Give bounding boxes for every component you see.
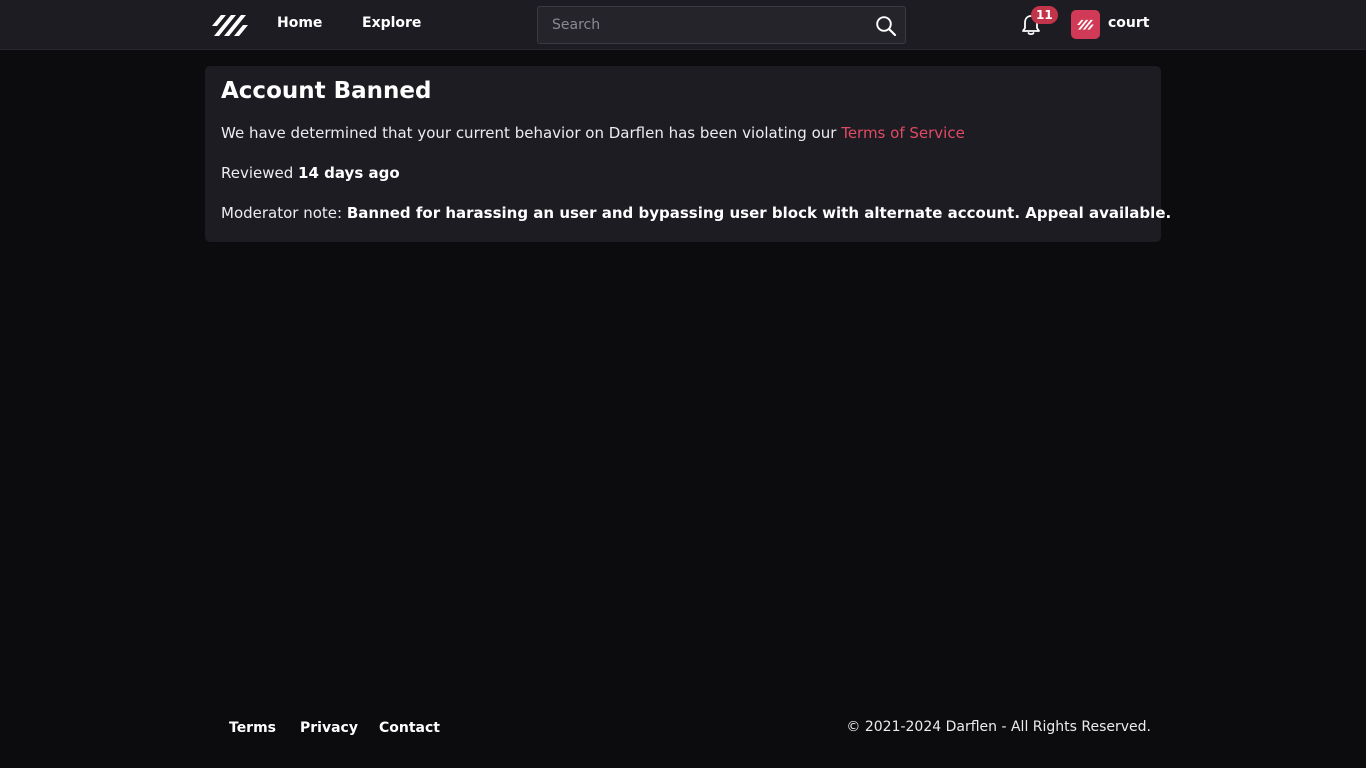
avatar	[1071, 10, 1100, 39]
username-label: court	[1108, 15, 1150, 31]
footer-contact-link[interactable]: Contact	[379, 720, 440, 736]
reviewed-label: Reviewed	[221, 164, 299, 182]
page-title: Account Banned	[221, 78, 432, 104]
moderator-note-label: Moderator note:	[221, 204, 347, 222]
moderator-note-text: Banned for harassing an user and bypassi…	[346, 204, 1172, 222]
footer-privacy-link[interactable]: Privacy	[300, 720, 358, 736]
moderator-note: Moderator note: Banned for harassing an …	[221, 204, 1171, 222]
ban-message: We have determined that your current beh…	[221, 124, 965, 142]
account-banned-card: Account Banned We have determined that y…	[205, 66, 1171, 242]
search-input[interactable]	[538, 7, 868, 43]
nav-explore-link[interactable]: Explore	[362, 15, 421, 31]
review-info: Reviewed 14 days ago	[221, 164, 400, 182]
search-bar	[537, 6, 906, 44]
nav-home-link[interactable]: Home	[277, 15, 322, 31]
search-icon[interactable]	[875, 15, 897, 37]
footer-terms-link[interactable]: Terms	[229, 720, 276, 736]
copyright-text: © 2021-2024 Darflen - All Rights Reserve…	[846, 719, 1151, 735]
darflen-logo-icon	[1077, 19, 1094, 30]
darflen-logo-icon[interactable]	[210, 11, 250, 39]
ban-message-text: We have determined that your current beh…	[221, 124, 842, 142]
notification-count-badge: 11	[1031, 6, 1058, 24]
terms-of-service-link[interactable]: Terms of Service	[841, 124, 965, 142]
reviewed-value: 14 days ago	[298, 164, 400, 182]
top-navigation-bar: Home Explore 11 c	[0, 0, 1366, 50]
